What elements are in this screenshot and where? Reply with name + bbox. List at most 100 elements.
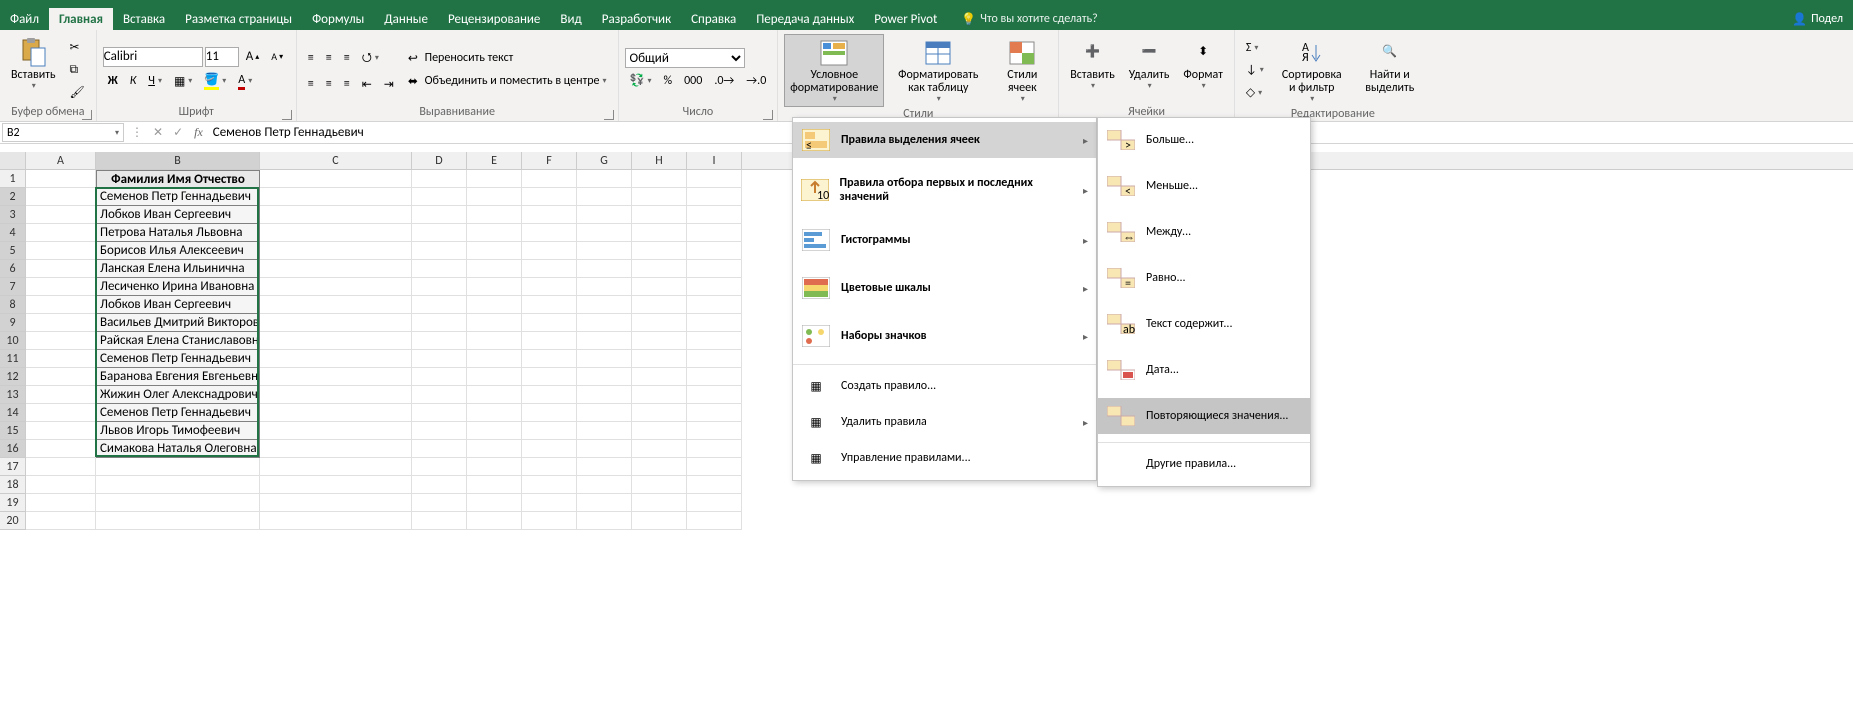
cell[interactable] [522, 458, 577, 476]
cell[interactable] [687, 296, 742, 314]
enter-formula-button[interactable]: ✓ [168, 122, 188, 143]
cell[interactable] [687, 476, 742, 494]
cell[interactable] [687, 494, 742, 512]
cell[interactable] [632, 404, 687, 422]
orientation-button[interactable]: ⭯▾ [357, 45, 384, 72]
cell[interactable] [260, 440, 412, 458]
launcher-icon[interactable] [282, 110, 292, 120]
cell[interactable] [632, 242, 687, 260]
cell[interactable] [96, 458, 260, 476]
cell[interactable] [577, 260, 632, 278]
cell[interactable] [632, 350, 687, 368]
decrease-font-button[interactable]: A▾ [266, 47, 288, 66]
cell[interactable] [522, 386, 577, 404]
cell[interactable] [26, 512, 96, 530]
cell[interactable] [687, 224, 742, 242]
cell[interactable] [26, 404, 96, 422]
menu-manage-rules[interactable]: ▦ Управление правилами... [793, 440, 1096, 476]
tab-view[interactable]: Вид [550, 8, 591, 30]
cell[interactable] [260, 368, 412, 386]
cell[interactable] [632, 260, 687, 278]
row-header[interactable]: 19 [0, 494, 26, 512]
cell[interactable] [687, 260, 742, 278]
launcher-icon[interactable] [82, 110, 92, 120]
cell[interactable] [632, 206, 687, 224]
cell[interactable] [26, 386, 96, 404]
copy-button[interactable]: ⧉ [65, 60, 90, 80]
merge-button[interactable]: ⬌ Объединить и поместить в центре▾ [403, 71, 612, 92]
cell[interactable] [260, 350, 412, 368]
row-header[interactable]: 13 [0, 386, 26, 404]
cells-area[interactable]: Фамилия Имя ОтчествоСеменов Петр Геннадь… [26, 170, 742, 530]
cell[interactable] [467, 386, 522, 404]
cell[interactable] [632, 170, 687, 188]
fill-color-button[interactable]: 🪣▾ [199, 69, 231, 93]
cell[interactable] [26, 332, 96, 350]
cell[interactable] [577, 278, 632, 296]
cell[interactable] [577, 422, 632, 440]
col-header-I[interactable]: I [687, 152, 742, 169]
cell[interactable] [522, 188, 577, 206]
cell[interactable] [632, 386, 687, 404]
cell[interactable] [26, 458, 96, 476]
cell[interactable] [260, 422, 412, 440]
cell[interactable] [26, 224, 96, 242]
cell[interactable] [412, 224, 467, 242]
cell[interactable] [412, 278, 467, 296]
cell[interactable] [26, 278, 96, 296]
cell[interactable] [412, 206, 467, 224]
row-header[interactable]: 16 [0, 440, 26, 458]
cell[interactable] [522, 440, 577, 458]
sum-button[interactable]: Σ▾ [1241, 38, 1269, 58]
cell[interactable] [260, 494, 412, 512]
cell[interactable]: Семенов Петр Геннадьевич [96, 188, 260, 206]
cell[interactable] [260, 476, 412, 494]
cell[interactable] [412, 476, 467, 494]
cell[interactable] [522, 332, 577, 350]
cell[interactable] [522, 170, 577, 188]
cell[interactable] [577, 350, 632, 368]
cell[interactable] [687, 206, 742, 224]
submenu-text-contains[interactable]: ab Текст содержит... [1098, 306, 1310, 342]
cell[interactable] [687, 170, 742, 188]
cell[interactable] [412, 512, 467, 530]
cell-styles-button[interactable]: Стили ячеек▾ [992, 34, 1052, 107]
cell[interactable] [260, 314, 412, 332]
indent-inc-button[interactable]: ⇥ [379, 74, 399, 95]
cell[interactable] [467, 314, 522, 332]
cell[interactable]: Симакова Наталья Олеговна [96, 440, 260, 458]
cell[interactable] [412, 296, 467, 314]
cell[interactable] [467, 440, 522, 458]
submenu-equal[interactable]: = Равно... [1098, 260, 1310, 296]
submenu-greater-than[interactable]: > Больше... [1098, 122, 1310, 158]
cell[interactable] [687, 314, 742, 332]
cell[interactable] [260, 224, 412, 242]
cell[interactable] [632, 476, 687, 494]
name-box[interactable]: B2▾ [2, 123, 124, 142]
cell[interactable] [687, 188, 742, 206]
cell[interactable]: Жижин Олег Алекснадрович [96, 386, 260, 404]
cell[interactable] [687, 404, 742, 422]
number-format-select[interactable]: Общий [625, 48, 745, 68]
font-color-button[interactable]: A▾ [233, 70, 257, 93]
row-header[interactable]: 20 [0, 512, 26, 530]
row-header[interactable]: 9 [0, 314, 26, 332]
cell[interactable] [412, 170, 467, 188]
paste-button[interactable]: Вставить ▾ [6, 34, 61, 105]
menu-color-scales[interactable]: Цветовые шкалы ▸ [793, 270, 1096, 306]
comma-button[interactable]: 000 [679, 71, 707, 91]
launcher-icon[interactable] [763, 110, 773, 120]
row-header[interactable]: 11 [0, 350, 26, 368]
cell[interactable]: Борисов Илья Алексеевич [96, 242, 260, 260]
tab-review[interactable]: Рецензирование [438, 8, 550, 30]
cell[interactable] [577, 476, 632, 494]
cell[interactable]: Баранова Евгения Евгеньевна [96, 368, 260, 386]
cell[interactable] [26, 440, 96, 458]
tab-home[interactable]: Главная [49, 8, 113, 30]
menu-data-bars[interactable]: Гистограммы ▸ [793, 222, 1096, 258]
font-name-input[interactable] [103, 47, 203, 67]
cell[interactable] [260, 188, 412, 206]
indent-dec-button[interactable]: ⇤ [357, 74, 377, 95]
align-right-button[interactable]: ≡ [339, 74, 355, 94]
cell[interactable] [632, 314, 687, 332]
